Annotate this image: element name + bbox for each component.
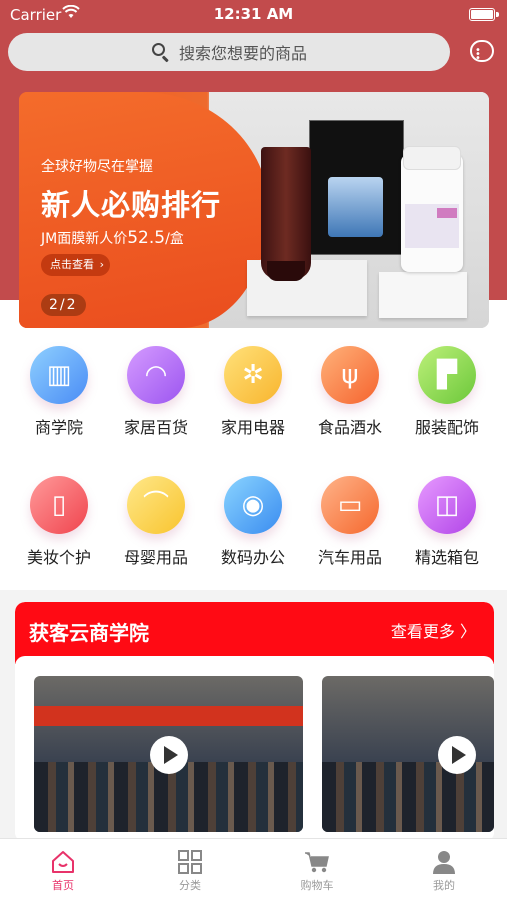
- camera-icon: ◉: [224, 476, 282, 534]
- car-icon-glyph: ▭: [337, 490, 363, 520]
- chevron-right-icon: ›: [99, 258, 104, 271]
- utensils-icon: ψ: [321, 346, 379, 404]
- banner-subtitle: 全球好物尽在掌握: [41, 159, 153, 175]
- book-icon: ▥: [30, 346, 88, 404]
- more-label: 查看更多: [390, 622, 455, 641]
- search-placeholder: 搜索您想要的商品: [178, 44, 307, 63]
- cart-icon: [304, 849, 330, 875]
- lamp-icon: ◠: [127, 346, 185, 404]
- tab-label: 分类: [179, 879, 201, 892]
- stroller-icon-glyph: ⌒: [142, 490, 169, 520]
- category-lipstick[interactable]: ▯ 美妆个护: [10, 476, 108, 568]
- supplement-bottle-product-image: [401, 146, 463, 272]
- car-icon: ▭: [321, 476, 379, 534]
- price-value: 52.5: [127, 228, 166, 248]
- category-tshirt[interactable]: ▛ 服装配饰: [398, 346, 496, 438]
- academy-title: 获客云商学院: [29, 621, 149, 645]
- search-icon: [151, 42, 171, 63]
- category-book[interactable]: ▥ 商学院: [10, 346, 108, 438]
- promo-banner[interactable]: 全球好物尽在掌握 新人必购排行 JM面膜新人价52.5/盒 点击查看 › 2/2: [19, 92, 489, 328]
- category-fan[interactable]: ✲ 家用电器: [204, 346, 302, 438]
- tab-bar: 首页 分类 购物车 我的: [0, 838, 507, 900]
- event-banner: [34, 706, 303, 726]
- fan-icon-glyph: ✲: [242, 360, 264, 390]
- category-stroller[interactable]: ⌒ 母婴用品: [107, 476, 205, 568]
- play-icon[interactable]: [438, 736, 476, 774]
- category-label: 精选箱包: [414, 548, 479, 567]
- lipstick-icon-glyph: ▯: [51, 490, 67, 520]
- product-pedestal: [379, 272, 467, 318]
- tshirt-icon-glyph: ▛: [437, 360, 457, 390]
- clock: 12:31 AM: [213, 5, 294, 23]
- battery-icon: [469, 8, 499, 21]
- price-unit: /盒: [165, 231, 184, 247]
- category-label: 数码办公: [220, 548, 285, 567]
- category-utensils[interactable]: ψ 食品酒水: [301, 346, 399, 438]
- category-label: 家居百货: [123, 418, 188, 437]
- category-label: 服装配饰: [414, 418, 479, 437]
- stroller-icon: ⌒: [127, 476, 185, 534]
- category-lamp[interactable]: ◠ 家居百货: [107, 346, 205, 438]
- tab-home[interactable]: 首页: [0, 839, 126, 900]
- video-thumbnail[interactable]: [322, 676, 494, 832]
- tshirt-icon: ▛: [418, 346, 476, 404]
- grid-icon: [177, 849, 203, 875]
- banner-pager: 2/2: [41, 294, 86, 316]
- lamp-icon-glyph: ◠: [144, 360, 168, 390]
- play-icon[interactable]: [150, 736, 188, 774]
- category-label: 母婴用品: [123, 548, 188, 567]
- search-bar[interactable]: 搜索您想要的商品: [8, 33, 450, 71]
- category-car[interactable]: ▭ 汽车用品: [301, 476, 399, 568]
- camera-icon-glyph: ◉: [241, 490, 265, 520]
- category-label: 美妆个护: [26, 548, 91, 567]
- chevron-right-icon: 〉: [459, 622, 476, 641]
- video-thumbnail[interactable]: [34, 676, 303, 832]
- utensils-icon-glyph: ψ: [341, 360, 359, 390]
- face-mask-product-image: [309, 120, 404, 255]
- lipstick-icon: ▯: [30, 476, 88, 534]
- audience-image: [322, 762, 494, 832]
- academy-more-link[interactable]: 查看更多 〉: [391, 618, 476, 642]
- banner-title: 新人必购排行: [41, 188, 222, 222]
- category-grid: ▥ 商学院 ◠ 家居百货 ✲ 家用电器 ψ 食品酒水 ▛ 服装配饰 ▯ 美妆个护 ⌒ 母婴用品 ◉ 数码办公 ▭…: [0, 328, 507, 590]
- cta-label: 点击查看: [50, 258, 94, 271]
- fan-icon: ✲: [224, 346, 282, 404]
- tab-label: 首页: [52, 879, 74, 892]
- book-icon-glyph: ▥: [46, 360, 72, 390]
- banner-cta-button[interactable]: 点击查看 ›: [41, 254, 110, 276]
- academy-header: 获客云商学院 查看更多 〉: [15, 602, 494, 664]
- tab-label: 购物车: [300, 879, 334, 892]
- category-label: 汽车用品: [317, 548, 382, 567]
- tab-cart[interactable]: 购物车: [254, 839, 380, 900]
- user-icon: [431, 849, 457, 875]
- category-label: 家用电器: [220, 418, 285, 437]
- cream-tube-product-image: [261, 147, 311, 281]
- banner-price: JM面膜新人价52.5/盒: [41, 228, 184, 248]
- tab-profile[interactable]: 我的: [381, 839, 507, 900]
- category-camera[interactable]: ◉ 数码办公: [204, 476, 302, 568]
- home-icon: [50, 849, 76, 875]
- bag-icon-glyph: ◫: [434, 490, 460, 520]
- category-label: 食品酒水: [317, 418, 382, 437]
- academy-section: 获客云商学院 查看更多 〉: [15, 602, 494, 842]
- tab-label: 我的: [433, 879, 455, 892]
- category-label: 商学院: [34, 418, 83, 437]
- category-bag[interactable]: ◫ 精选箱包: [398, 476, 496, 568]
- message-icon[interactable]: • • •: [470, 40, 494, 64]
- price-prefix: JM面膜新人价: [41, 231, 128, 247]
- status-bar: Carrier 12:31 AM: [0, 0, 507, 30]
- tab-category[interactable]: 分类: [127, 839, 253, 900]
- bag-icon: ◫: [418, 476, 476, 534]
